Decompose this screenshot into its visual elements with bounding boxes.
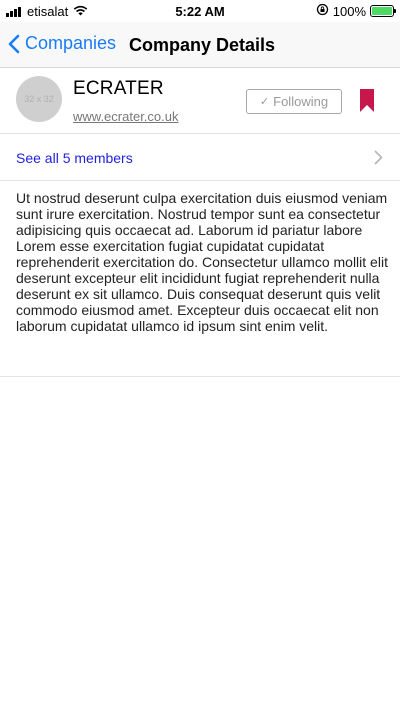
chevron-right-icon bbox=[374, 150, 383, 165]
battery-fill bbox=[372, 7, 392, 15]
company-description: Ut nostrud deserunt culpa exercitation d… bbox=[16, 190, 388, 334]
see-all-members-link[interactable]: See all 5 members bbox=[16, 150, 133, 166]
company-header: 32 x 32 ECRATER www.ecrater.co.uk ✓ Foll… bbox=[0, 68, 400, 134]
back-button-label: Companies bbox=[25, 33, 117, 53]
following-button[interactable]: ✓ Following bbox=[246, 89, 342, 114]
company-website-link[interactable]: www.ecrater.co.uk bbox=[73, 109, 179, 124]
logo-placeholder-text: 32 x 32 bbox=[24, 94, 54, 104]
battery-icon bbox=[370, 5, 396, 17]
bookmark-icon[interactable] bbox=[359, 89, 375, 118]
company-logo-placeholder: 32 x 32 bbox=[16, 76, 62, 122]
status-bar: etisalat 5:22 AM 100% bbox=[0, 0, 400, 22]
members-row[interactable]: See all 5 members bbox=[0, 135, 400, 181]
back-button[interactable]: Companies bbox=[8, 33, 116, 54]
navigation-bar: Companies Company Details bbox=[0, 22, 400, 68]
checkmark-icon: ✓ bbox=[259, 96, 270, 108]
page-title: Company Details bbox=[129, 35, 276, 55]
divider bbox=[0, 376, 400, 377]
status-right: 100% bbox=[316, 3, 396, 19]
company-name: ECRATER bbox=[73, 78, 164, 99]
orientation-lock-icon bbox=[316, 3, 329, 19]
battery-percent: 100% bbox=[332, 3, 366, 19]
following-button-label: Following bbox=[273, 94, 329, 109]
chevron-left-icon bbox=[8, 34, 20, 53]
